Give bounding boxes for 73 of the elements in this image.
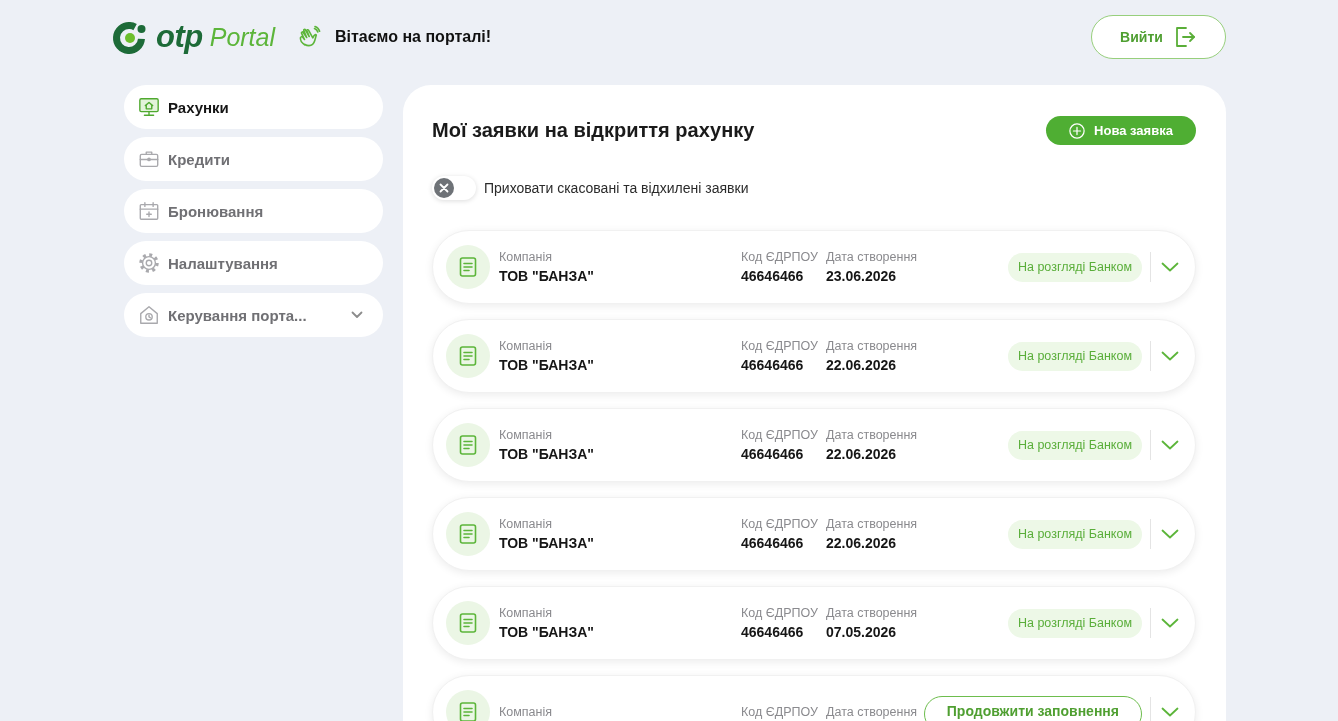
toggle-label: Приховати скасовані та відхилені заявки [484,180,749,196]
toggle-switch[interactable] [432,176,476,200]
field-label: Компанія [499,428,552,442]
company-name: ТОВ "БАНЗА" [499,357,594,373]
field-label: Компанія [499,517,552,531]
field-label: Код ЄДРПОУ [741,517,818,531]
company-code: 46646466 [741,624,804,640]
field-label: Компанія [499,250,552,264]
field-label: Компанія [499,606,552,620]
status-badge: На розгляді Банком [1007,608,1142,638]
creation-date: 07.05.2026 [826,624,897,640]
logo-product-name: Portal [209,22,275,52]
sidebar-item[interactable]: Керування порта... [124,293,383,337]
waving-hand-icon [297,25,321,49]
document-icon [446,245,490,289]
field-label: Код ЄДРПОУ [741,339,818,353]
chevron-down-icon[interactable] [1161,262,1179,272]
sidebar-item[interactable]: Бронювання [124,189,383,233]
sidebar-item[interactable]: Налаштування [124,241,383,285]
sidebar-item[interactable]: Рахунки [124,85,383,129]
chevron-down-icon[interactable] [1161,529,1179,539]
company-name: ТОВ "БАНЗА" [499,624,594,640]
field-label: Компанія [499,705,552,719]
gear-icon [138,252,160,274]
greeting-text: Вітаємо на порталі! [335,28,492,46]
company-code: 46646466 [741,446,804,462]
company-name: ТОВ "БАНЗА" [499,268,594,284]
document-icon [446,601,490,645]
field-label: Дата створення [826,428,918,442]
continue-button[interactable]: Продовжити заповнення [923,696,1142,721]
field-label: Код ЄДРПОУ [741,705,818,719]
field-label: Код ЄДРПОУ [741,428,818,442]
company-name: ТОВ "БАНЗА" [499,535,594,551]
document-icon [446,512,490,556]
field-label: Дата створення [826,705,918,719]
company-code: 46646466 [741,268,804,284]
calendar-icon [138,200,160,222]
creation-date: 22.06.2026 [826,446,897,462]
logo-wordmark: otp [156,19,203,55]
briefcase-icon [138,148,160,170]
monitor-icon [138,96,160,118]
document-icon [446,334,490,378]
logout-button[interactable]: Вийти [1091,15,1226,59]
plus-circle-icon [1069,122,1086,139]
field-label: Код ЄДРПОУ [741,250,818,264]
document-icon [446,423,490,467]
field-label: Код ЄДРПОУ [741,606,818,620]
chevron-down-icon[interactable] [1161,618,1179,628]
field-label: Дата створення [826,339,918,353]
creation-date: 23.06.2026 [826,268,897,284]
chevron-down-icon[interactable] [351,311,363,319]
close-icon [434,178,454,198]
company-code: 46646466 [741,357,804,373]
sidebar-item[interactable]: Кредити [124,137,383,181]
field-label: Дата створення [826,250,918,264]
chevron-down-icon[interactable] [1161,707,1179,717]
company-name: ТОВ "БАНЗА" [499,446,594,462]
new-request-button[interactable]: Нова заявка [1046,116,1196,145]
field-label: Дата створення [826,517,918,531]
status-badge: На розгляді Банком [1007,519,1142,549]
logo-icon [112,19,148,55]
page-title: Мої заявки на відкриття рахунку [432,119,755,142]
chevron-down-icon[interactable] [1161,351,1179,361]
status-badge: На розгляді Банком [1007,341,1142,371]
house-icon [138,304,160,326]
status-badge: На розгляді Банком [1007,430,1142,460]
company-code: 46646466 [741,535,804,551]
field-label: Компанія [499,339,552,353]
status-badge: На розгляді Банком [1007,252,1142,282]
field-label: Дата створення [826,606,918,620]
creation-date: 22.06.2026 [826,535,897,551]
creation-date: 22.06.2026 [826,357,897,373]
chevron-down-icon[interactable] [1161,440,1179,450]
